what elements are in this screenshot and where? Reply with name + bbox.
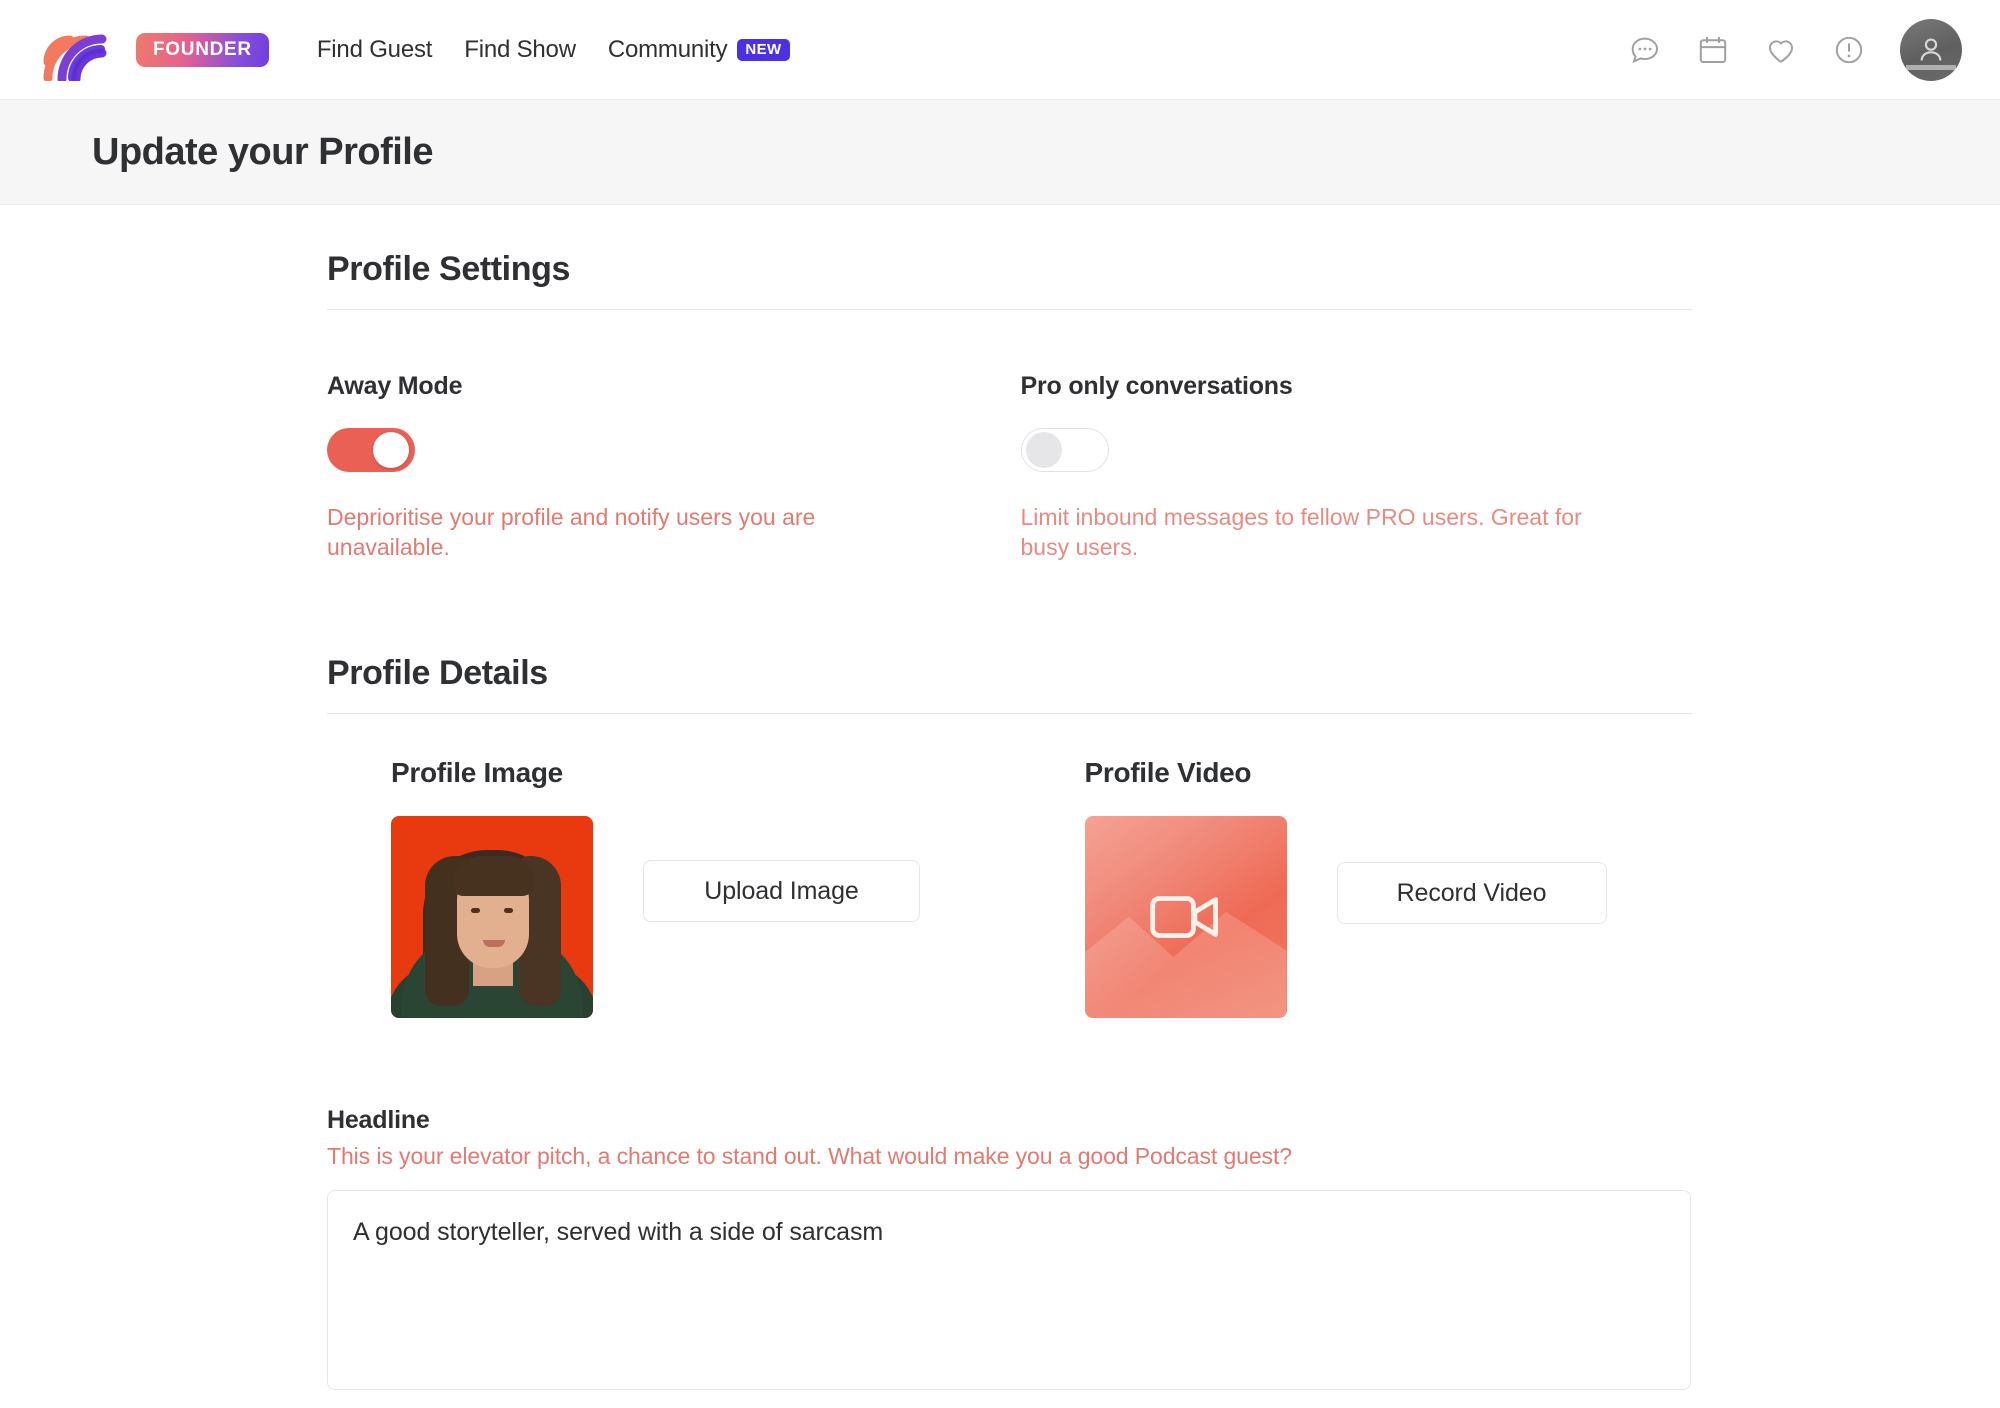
avatar-person-icon <box>1920 37 1942 61</box>
away-mode-toggle-knob <box>373 432 409 468</box>
upload-image-button[interactable]: Upload Image <box>643 860 920 923</box>
header-actions <box>1628 18 1962 81</box>
away-mode-toggle[interactable] <box>327 428 415 472</box>
content-container: Profile Settings Away Mode Deprioritise … <box>327 250 1692 1395</box>
nav-find-show[interactable]: Find Show <box>464 36 576 64</box>
page-title-band: Update your Profile <box>0 100 2000 205</box>
settings-row: Away Mode Deprioritise your profile and … <box>327 372 1692 562</box>
profile-video-body: Record Video <box>1084 816 1693 1019</box>
pro-only-label: Pro only conversations <box>1020 372 1293 400</box>
record-video-button[interactable]: Record Video <box>1336 862 1607 925</box>
brand[interactable]: FOUNDER <box>42 19 269 81</box>
photo-eye-left <box>471 908 480 914</box>
podcast-waves-logo-icon <box>43 34 107 81</box>
profile-settings-heading: Profile Settings <box>327 250 570 288</box>
away-mode-help: Deprioritise your profile and notify use… <box>327 504 816 561</box>
profile-image-body: Upload Image <box>391 816 1010 1019</box>
away-mode-label: Away Mode <box>327 372 463 400</box>
profile-video-label: Profile Video <box>1084 757 1252 789</box>
top-header: FOUNDER Find Guest Find Show Community N… <box>0 0 2000 100</box>
headline-input[interactable] <box>327 1190 1691 1391</box>
media-row: Profile Image Upload Image Profile Video… <box>327 757 1693 1019</box>
profile-details-section: Profile Details Profile Image Upload Ima… <box>327 654 1692 1395</box>
section-divider <box>327 309 1692 310</box>
away-mode-field: Away Mode Deprioritise your profile and … <box>327 372 1010 562</box>
pro-only-field: Pro only conversations Limit inbound mes… <box>1010 372 1693 562</box>
new-badge: NEW <box>737 38 790 61</box>
pro-only-toggle-knob <box>1025 432 1062 468</box>
video-camera-icon <box>1149 896 1218 939</box>
main-nav: Find Guest Find Show Community NEW <box>317 36 790 64</box>
founder-badge: FOUNDER <box>136 32 269 67</box>
photo-fringe <box>453 856 535 897</box>
nav-community[interactable]: Community NEW <box>608 36 790 64</box>
profile-image-field: Profile Image Upload Image <box>327 757 1010 1019</box>
messages-icon[interactable] <box>1628 33 1662 67</box>
pro-only-toggle[interactable] <box>1020 428 1109 472</box>
profile-image-label: Profile Image <box>391 757 563 789</box>
nav-find-guest[interactable]: Find Guest <box>317 36 433 64</box>
user-avatar[interactable] <box>1900 18 1962 81</box>
calendar-icon[interactable] <box>1696 33 1730 67</box>
profile-details-heading: Profile Details <box>327 654 548 693</box>
headline-field: Headline This is your elevator pitch, a … <box>327 1106 1692 1395</box>
pro-only-help: Limit inbound messages to fellow PRO use… <box>1020 504 1582 561</box>
headline-hint: This is your elevator pitch, a chance to… <box>327 1143 1292 1170</box>
page-title: Update your Profile <box>92 130 434 173</box>
profile-video-placeholder[interactable] <box>1084 816 1287 1019</box>
nav-community-label: Community <box>607 35 728 63</box>
photo-eye-right <box>504 908 513 914</box>
profile-video-field: Profile Video Record Video <box>1010 757 1693 1019</box>
alerts-exclamation-icon[interactable] <box>1832 33 1866 67</box>
profile-image-thumbnail[interactable] <box>391 816 593 1019</box>
headline-label: Headline <box>327 1106 430 1135</box>
main-content: Profile Settings Away Mode Deprioritise … <box>0 205 2000 1396</box>
section-divider-2 <box>327 713 1692 715</box>
favorites-heart-icon[interactable] <box>1764 33 1798 67</box>
